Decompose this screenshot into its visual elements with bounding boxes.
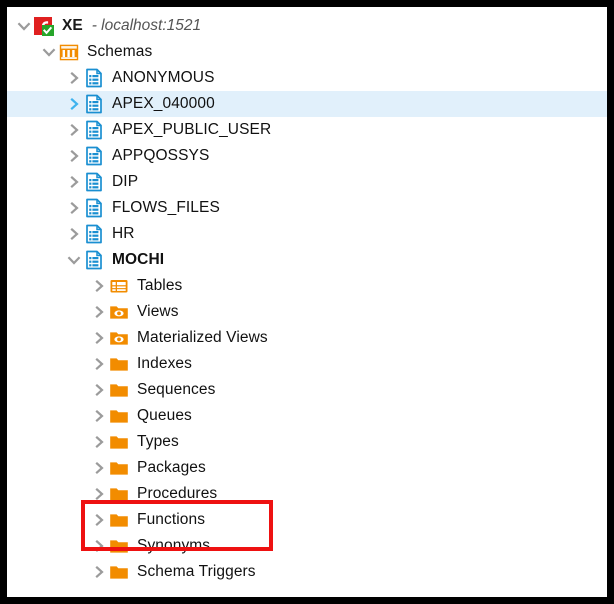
- connection-host-value: localhost:1521: [101, 17, 202, 34]
- tree-node-views[interactable]: Views: [7, 299, 607, 325]
- tree-node-tables[interactable]: Tables: [7, 273, 607, 299]
- tree-node-label: Tables: [137, 277, 183, 294]
- tree-node-label: Schema Triggers: [137, 563, 256, 580]
- chevron-right-icon[interactable]: [90, 327, 108, 349]
- schema-icon: [83, 119, 105, 141]
- tree-node-label: Schemas: [87, 43, 153, 60]
- tables-icon: [108, 275, 130, 297]
- tree-node-label: Indexes: [137, 355, 192, 372]
- tree-node-synonyms[interactable]: Synonyms: [7, 533, 607, 559]
- tree-node-mochi[interactable]: MOCHI: [7, 247, 607, 273]
- tree-node-label: FLOWS_FILES: [112, 199, 220, 216]
- chevron-right-icon[interactable]: [90, 301, 108, 323]
- chevron-down-icon[interactable]: [15, 15, 33, 37]
- folder-icon: [108, 379, 130, 401]
- tree-node-label: APPQOSSYS: [112, 147, 210, 164]
- tree-node-label: HR: [112, 225, 135, 242]
- tree-node-materialized-views[interactable]: Materialized Views: [7, 325, 607, 351]
- tree-node-dip[interactable]: DIP: [7, 169, 607, 195]
- folder-icon: [108, 561, 130, 583]
- tree-node-packages[interactable]: Packages: [7, 455, 607, 481]
- chevron-right-icon[interactable]: [65, 67, 83, 89]
- chevron-right-icon[interactable]: [65, 119, 83, 141]
- views-folder-icon: [108, 301, 130, 323]
- schema-icon: [83, 93, 105, 115]
- folder-icon: [108, 353, 130, 375]
- schema-icon: [83, 171, 105, 193]
- connection-name: XE: [62, 17, 83, 34]
- folder-icon: [108, 431, 130, 453]
- chevron-right-icon[interactable]: [65, 197, 83, 219]
- tree-node-label: Synonyms: [137, 537, 211, 554]
- schema-icon: [83, 223, 105, 245]
- schema-icon: [83, 249, 105, 271]
- folder-icon: [108, 405, 130, 427]
- tree-node-label: Procedures: [137, 485, 218, 502]
- folder-icon: [108, 535, 130, 557]
- chevron-right-icon[interactable]: [90, 509, 108, 531]
- connection-separator: -: [91, 17, 97, 34]
- tree-node-label: APEX_040000: [112, 95, 215, 112]
- tree-node-label: Packages: [137, 459, 206, 476]
- tree-node-indexes[interactable]: Indexes: [7, 351, 607, 377]
- tree-node-schema-triggers[interactable]: Schema Triggers: [7, 559, 607, 585]
- schemas-icon: [58, 41, 80, 63]
- chevron-down-icon[interactable]: [65, 249, 83, 271]
- tree-node-label: APEX_PUBLIC_USER: [112, 121, 272, 138]
- chevron-right-icon[interactable]: [65, 223, 83, 245]
- chevron-right-icon[interactable]: [65, 145, 83, 167]
- chevron-right-icon[interactable]: [90, 483, 108, 505]
- chevron-right-icon[interactable]: [90, 431, 108, 453]
- tree-node-label: Sequences: [137, 381, 216, 398]
- tree-node-functions[interactable]: Functions: [7, 507, 607, 533]
- tree-node-label: Views: [137, 303, 179, 320]
- chevron-down-icon[interactable]: [40, 41, 58, 63]
- chevron-right-icon[interactable]: [90, 457, 108, 479]
- tree-node-anonymous[interactable]: ANONYMOUS: [7, 65, 607, 91]
- tree-node-sequences[interactable]: Sequences: [7, 377, 607, 403]
- schema-icon: [83, 197, 105, 219]
- tree-node-appqossys[interactable]: APPQOSSYS: [7, 143, 607, 169]
- tree-node-types[interactable]: Types: [7, 429, 607, 455]
- tree-node-label: Queues: [137, 407, 192, 424]
- folder-icon: [108, 509, 130, 531]
- tree-node-flows-files[interactable]: FLOWS_FILES: [7, 195, 607, 221]
- tree-node-queues[interactable]: Queues: [7, 403, 607, 429]
- chevron-right-icon[interactable]: [65, 171, 83, 193]
- database-connection-icon: [33, 15, 55, 37]
- folder-icon: [108, 457, 130, 479]
- database-navigator-tree[interactable]: XE - localhost:1521 Schemas ANONYMOUS APEX_0…: [7, 7, 607, 597]
- folder-icon: [108, 483, 130, 505]
- tree-node-apex-040000[interactable]: APEX_040000: [7, 91, 607, 117]
- tree-node-procedures[interactable]: Procedures: [7, 481, 607, 507]
- connection-host: - localhost:1521: [92, 17, 201, 35]
- tree-node-hr[interactable]: HR: [7, 221, 607, 247]
- chevron-right-icon[interactable]: [90, 379, 108, 401]
- tree-node-label: DIP: [112, 173, 139, 190]
- tree-node-label: Types: [137, 433, 179, 450]
- tree-panel: XE - localhost:1521 Schemas ANONYMOUS APEX_0…: [0, 0, 614, 604]
- chevron-right-icon[interactable]: [90, 561, 108, 583]
- tree-node-label: ANONYMOUS: [112, 69, 215, 86]
- tree-node-apex-public-user[interactable]: APEX_PUBLIC_USER: [7, 117, 607, 143]
- chevron-right-icon[interactable]: [90, 405, 108, 427]
- chevron-right-icon[interactable]: [65, 93, 83, 115]
- chevron-right-icon[interactable]: [90, 353, 108, 375]
- tree-node-label: Materialized Views: [137, 329, 268, 346]
- tree-node-label: MOCHI: [112, 251, 165, 268]
- chevron-right-icon[interactable]: [90, 535, 108, 557]
- schema-icon: [83, 145, 105, 167]
- views-folder-icon: [108, 327, 130, 349]
- tree-node-schemas[interactable]: Schemas: [7, 39, 607, 65]
- tree-node-connection-xe[interactable]: XE - localhost:1521: [7, 13, 607, 39]
- schema-icon: [83, 67, 105, 89]
- chevron-right-icon[interactable]: [90, 275, 108, 297]
- tree-node-label: Functions: [137, 511, 206, 528]
